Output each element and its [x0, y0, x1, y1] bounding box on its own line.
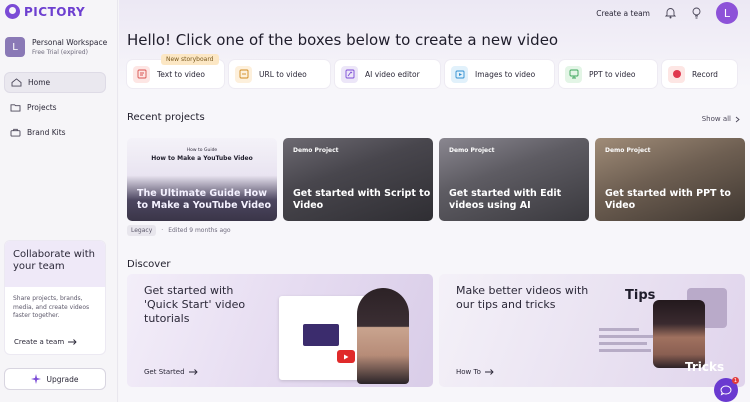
project-meta: Legacy · Edited 9 months ago	[127, 225, 231, 236]
ppt-video-icon	[565, 65, 582, 83]
text-video-icon	[133, 65, 150, 83]
images-to-video-button[interactable]: Images to video	[445, 60, 554, 88]
sidebar-item-projects[interactable]: Projects	[4, 97, 106, 118]
ai-video-editor-button[interactable]: AI video editor	[335, 60, 440, 88]
collaborate-card: Collaborate with your team Share project…	[4, 240, 106, 355]
discover-title: Discover	[127, 259, 171, 270]
action-label: Images to video	[475, 69, 536, 79]
recent-projects-title: Recent projects	[127, 112, 205, 123]
tips-tricks-card[interactable]: Make better videos with our tips and tri…	[439, 274, 745, 387]
discover-card-title: Get started with 'Quick Start' video tut…	[144, 284, 246, 325]
project-title: The Ultimate Guide How to Make a YouTube…	[137, 188, 272, 211]
url-to-video-button[interactable]: URL to video	[229, 60, 330, 88]
project-title: Get started with Script to Video	[293, 188, 431, 211]
logo[interactable]: PICTORY	[5, 4, 85, 19]
main-content: Create a team L Hello! Click one of the …	[119, 0, 750, 402]
how-to-label: How To	[456, 368, 481, 376]
project-title: Get started with Edit videos using AI	[449, 188, 562, 211]
folder-icon	[10, 104, 21, 112]
record-button[interactable]: Record	[662, 60, 737, 88]
topbar: Create a team L	[596, 2, 738, 24]
sparkle-icon	[31, 374, 42, 384]
briefcase-icon	[10, 128, 21, 137]
action-label: Text to video	[157, 69, 205, 79]
workspace-avatar: L	[5, 37, 25, 57]
upgrade-label: Upgrade	[46, 374, 79, 384]
workspace-switcher[interactable]: L Personal Workspace Free Trial (expired…	[5, 37, 107, 57]
project-tag: Demo Project	[449, 147, 495, 154]
create-actions: New storyboard Text to video URL to vide…	[127, 54, 737, 88]
sidebar-item-label: Brand Kits	[27, 128, 66, 137]
chat-notification-badge: 1	[732, 377, 739, 384]
bell-icon[interactable]	[664, 7, 676, 19]
create-team-label: Create a team	[14, 338, 65, 346]
upgrade-button[interactable]: Upgrade	[4, 368, 106, 390]
sidebar-item-brand-kits[interactable]: Brand Kits	[4, 122, 106, 143]
arrow-right-icon	[68, 339, 77, 345]
quick-start-card[interactable]: Get started with 'Quick Start' video tut…	[127, 274, 433, 387]
sidebar: PICTORY L Personal Workspace Free Trial …	[0, 0, 118, 402]
text-to-video-button[interactable]: New storyboard Text to video	[127, 54, 224, 88]
text-lines-art	[599, 328, 661, 364]
project-card[interactable]: Demo Project Get started with Edit video…	[439, 138, 589, 221]
logo-text: PICTORY	[24, 4, 86, 19]
user-avatar[interactable]: L	[716, 2, 738, 24]
project-card[interactable]: Demo Project Get started with PPT to Vid…	[595, 138, 745, 221]
edited-time: Edited 9 months ago	[168, 227, 231, 234]
how-to-link[interactable]: How To	[456, 368, 494, 376]
arrow-right-icon	[188, 369, 198, 375]
action-label: PPT to video	[589, 69, 636, 79]
tips-art-text: Tips	[625, 288, 656, 303]
page-title: Hello! Click one of the boxes below to c…	[127, 31, 559, 49]
record-icon	[668, 65, 685, 83]
show-all-label: Show all	[701, 115, 731, 123]
get-started-link[interactable]: Get Started	[144, 368, 198, 376]
new-badge: New storyboard	[161, 54, 219, 65]
project-tag: Demo Project	[293, 147, 339, 154]
create-team-link[interactable]: Create a team	[14, 338, 77, 346]
chat-bubble-icon	[720, 384, 732, 395]
pictory-logo-icon	[5, 4, 20, 19]
project-card[interactable]: Demo Project Get started with Script to …	[283, 138, 433, 221]
sidebar-item-home[interactable]: Home	[4, 72, 106, 93]
ppt-to-video-button[interactable]: PPT to video	[559, 60, 657, 88]
sidebar-item-label: Home	[28, 78, 51, 87]
thumb-line1: How to Guide	[186, 148, 218, 153]
thumb-line2: How to Make a YouTube Video	[151, 155, 253, 162]
workspace-name: Personal Workspace	[32, 38, 108, 47]
sidebar-nav: Home Projects Brand Kits	[4, 72, 106, 147]
collab-title: Collaborate with your team	[13, 249, 95, 272]
project-tag: Demo Project	[605, 147, 651, 154]
presenter-photo	[653, 300, 705, 368]
chat-button[interactable]: 1	[714, 377, 739, 402]
discover-card-title: Make better videos with our tips and tri…	[456, 284, 589, 311]
show-all-link[interactable]: Show all	[702, 115, 740, 123]
get-started-label: Get Started	[144, 368, 185, 376]
workspace-status: Free Trial (expired)	[32, 49, 88, 56]
images-video-icon	[451, 65, 468, 83]
home-icon	[11, 78, 22, 87]
lightbulb-icon[interactable]	[690, 7, 702, 19]
create-team-button[interactable]: Create a team	[596, 9, 650, 18]
legacy-badge: Legacy	[127, 225, 157, 236]
tricks-art-text: Tricks	[685, 360, 725, 374]
play-icon	[337, 350, 355, 363]
recent-projects-list: How to Guide How to Make a YouTube Video…	[127, 138, 745, 221]
presenter-photo	[357, 288, 409, 384]
action-label: URL to video	[259, 69, 307, 79]
ai-editor-icon	[341, 65, 358, 83]
action-label: AI video editor	[365, 69, 420, 79]
project-card[interactable]: How to Guide How to Make a YouTube Video…	[127, 138, 277, 221]
collab-body: Share projects, brands, media, and creat…	[13, 295, 90, 319]
sidebar-item-label: Projects	[27, 103, 57, 112]
action-label: Record	[692, 69, 718, 79]
url-video-icon	[235, 65, 252, 83]
discover-list: Get started with 'Quick Start' video tut…	[127, 274, 745, 387]
arrow-right-icon	[484, 369, 494, 375]
project-title: Get started with PPT to Video	[605, 188, 731, 211]
chevron-right-icon	[735, 116, 740, 122]
